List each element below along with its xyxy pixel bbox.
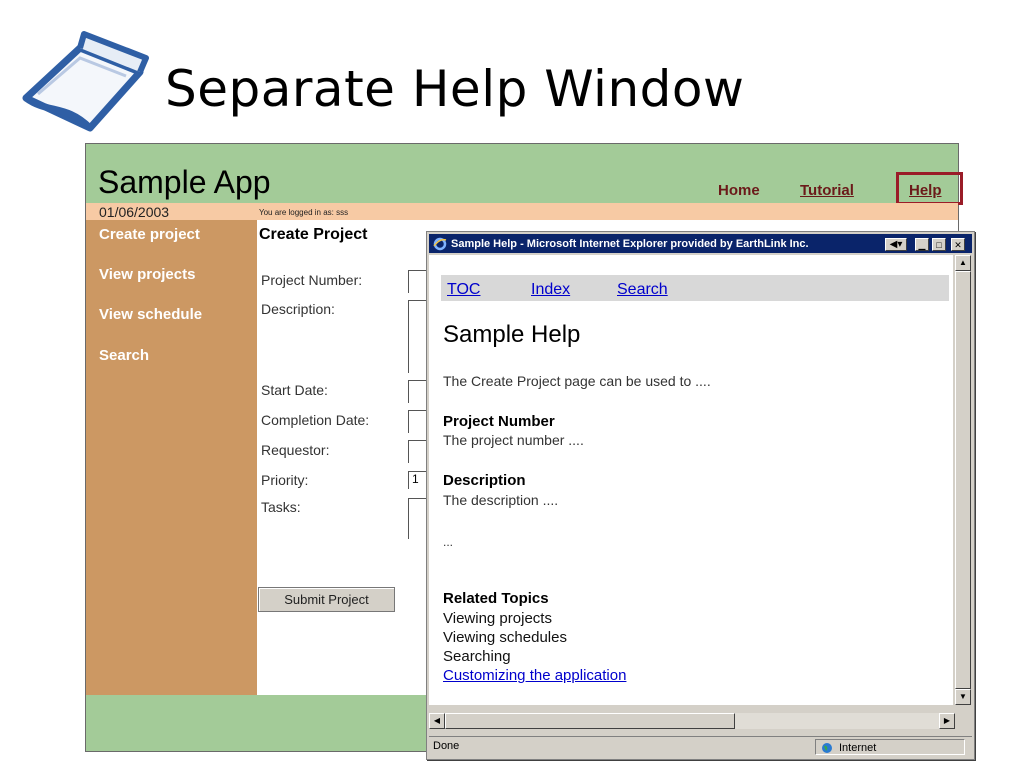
help-nav-bar bbox=[441, 275, 949, 301]
sidebar-item-search[interactable]: Search bbox=[99, 347, 149, 364]
help-nav-search[interactable]: Search bbox=[617, 281, 668, 299]
project-number-label: Project Number: bbox=[261, 272, 363, 288]
logged-in-text: You are logged in as: sss bbox=[259, 208, 349, 217]
help-nav-index[interactable]: Index bbox=[531, 281, 570, 299]
horizontal-scroll-thumb[interactable] bbox=[445, 713, 735, 729]
close-icon[interactable]: ✕ bbox=[951, 238, 965, 251]
description-label: Description: bbox=[261, 301, 335, 317]
scroll-up-icon[interactable]: ▲ bbox=[955, 255, 971, 271]
paper-cube-logo bbox=[22, 31, 149, 132]
globe-icon bbox=[822, 743, 832, 753]
status-strip bbox=[86, 203, 958, 220]
related-topics-heading: Related Topics bbox=[443, 590, 549, 607]
help-document: TOC Index Search Sample Help The Create … bbox=[429, 255, 953, 705]
related-item: Viewing projects bbox=[443, 610, 552, 627]
priority-select[interactable]: 1 bbox=[408, 471, 428, 489]
submit-project-button[interactable]: Submit Project bbox=[258, 587, 395, 612]
nav-tutorial-link[interactable]: Tutorial bbox=[800, 182, 854, 199]
section-text: The project number .... bbox=[443, 432, 584, 448]
scroll-down-icon[interactable]: ▼ bbox=[955, 689, 971, 705]
zone-panel bbox=[815, 739, 965, 755]
help-popup-window: Sample Help - Microsoft Internet Explore… bbox=[426, 231, 975, 760]
help-heading: Sample Help bbox=[443, 321, 581, 348]
popup-title: Sample Help - Microsoft Internet Explore… bbox=[451, 238, 809, 250]
zone-label: Internet bbox=[839, 742, 877, 754]
customizing-link[interactable]: Customizing the application bbox=[443, 667, 626, 684]
back-icon[interactable]: ◀▾ bbox=[885, 238, 907, 251]
section-heading: Description bbox=[443, 472, 526, 489]
help-ellipsis: ... bbox=[443, 535, 454, 549]
maximize-icon[interactable]: □ bbox=[932, 238, 946, 251]
requestor-label: Requestor: bbox=[261, 442, 330, 458]
tasks-label: Tasks: bbox=[261, 499, 301, 515]
help-intro: The Create Project page can be used to .… bbox=[443, 373, 711, 389]
horizontal-scrollbar[interactable]: ◀ ▶ bbox=[429, 713, 955, 729]
sidebar bbox=[86, 220, 257, 695]
help-highlight-box bbox=[896, 172, 963, 205]
minimize-icon[interactable]: ▁ bbox=[915, 238, 929, 251]
popup-titlebar[interactable]: Sample Help - Microsoft Internet Explore… bbox=[429, 234, 972, 253]
section-heading: Project Number bbox=[443, 413, 555, 430]
nav-home-link[interactable]: Home bbox=[718, 182, 760, 199]
status-bar: Done Internet bbox=[429, 736, 972, 757]
sidebar-item-create-project[interactable]: Create project bbox=[99, 226, 200, 243]
vertical-scroll-thumb[interactable] bbox=[955, 271, 971, 689]
scroll-right-icon[interactable]: ▶ bbox=[939, 713, 955, 729]
priority-label: Priority: bbox=[261, 472, 309, 488]
help-nav-toc[interactable]: TOC bbox=[447, 281, 480, 299]
scroll-left-icon[interactable]: ◀ bbox=[429, 713, 445, 729]
slide-title: Separate Help Window bbox=[165, 60, 745, 118]
related-item: Viewing schedules bbox=[443, 629, 567, 646]
sidebar-item-view-schedule[interactable]: View schedule bbox=[99, 306, 202, 323]
form-title: Create Project bbox=[259, 226, 368, 243]
ie-icon bbox=[433, 237, 447, 251]
current-date: 01/06/2003 bbox=[99, 204, 170, 220]
section-text: The description .... bbox=[443, 492, 559, 508]
sidebar-item-view-projects[interactable]: View projects bbox=[99, 266, 195, 283]
start-date-label: Start Date: bbox=[261, 382, 328, 398]
completion-date-label: Completion Date: bbox=[261, 412, 370, 428]
status-done-text: Done bbox=[433, 740, 460, 752]
app-title: Sample App bbox=[98, 164, 271, 200]
related-item: Searching bbox=[443, 648, 511, 665]
vertical-scrollbar[interactable]: ▲ ▼ bbox=[955, 255, 971, 705]
